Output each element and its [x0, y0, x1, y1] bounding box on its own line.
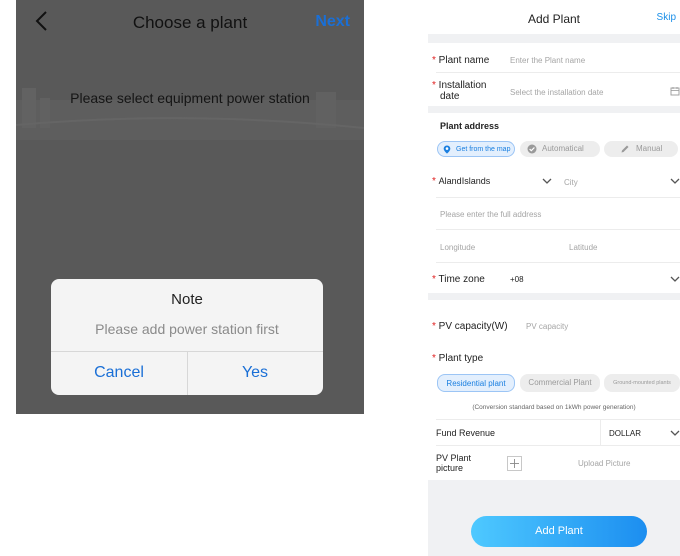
- plant-name-label: * Plant name: [432, 55, 490, 66]
- time-zone-value[interactable]: +08: [510, 275, 524, 284]
- divider: [436, 445, 680, 446]
- note-dialog: Note Please add power station first Canc…: [51, 279, 323, 395]
- fund-revenue-label: Fund Revenue: [436, 428, 496, 438]
- chevron-down-icon[interactable]: [670, 430, 680, 437]
- divider: [436, 262, 680, 263]
- upload-picture-button[interactable]: Upload Picture: [578, 459, 630, 468]
- full-address-input[interactable]: Please enter the full address: [440, 210, 541, 219]
- plant-address-heading: Plant address: [440, 121, 500, 131]
- latitude-input[interactable]: Latitude: [569, 243, 597, 252]
- yes-button[interactable]: Yes: [187, 351, 323, 395]
- add-plant-button[interactable]: Add Plant: [471, 516, 647, 547]
- divider: [436, 72, 680, 73]
- currency-select[interactable]: DOLLAR: [609, 429, 641, 438]
- plant-name-input[interactable]: Enter the Plant name: [510, 56, 585, 65]
- calendar-icon[interactable]: [670, 86, 680, 96]
- installation-date-label-line2: date: [440, 91, 460, 102]
- dialog-title: Note: [171, 291, 203, 308]
- dialog-message: Please add power station first: [95, 321, 279, 337]
- chevron-down-icon[interactable]: [670, 178, 680, 185]
- time-zone-label: * Time zone: [432, 274, 485, 285]
- get-from-map-label: Get from the map: [456, 146, 511, 153]
- divider: [436, 419, 680, 420]
- city-select[interactable]: City: [564, 178, 578, 187]
- get-from-map-option[interactable]: Get from the map: [437, 141, 515, 157]
- manual-label: Manual: [636, 144, 663, 153]
- next-button[interactable]: Next: [315, 13, 350, 31]
- ground-mounted-plants-option[interactable]: Ground-mounted plants: [604, 374, 680, 392]
- section-gap: [428, 34, 680, 43]
- residential-plant-option[interactable]: Residential plant: [437, 374, 515, 392]
- divider: [436, 229, 680, 230]
- pv-picture-label-line2: picture: [436, 463, 464, 473]
- pv-capacity-input[interactable]: PV capacity: [526, 322, 568, 331]
- pencil-icon: [621, 145, 629, 153]
- pv-capacity-label: * PV capacity(W): [432, 321, 508, 332]
- chevron-down-icon[interactable]: [542, 178, 552, 185]
- header-bar: Choose a plant Next: [16, 0, 364, 46]
- automatical-option[interactable]: Automatical: [520, 141, 600, 157]
- divider: [600, 420, 601, 445]
- longitude-input[interactable]: Longitude: [440, 243, 475, 252]
- section-gap: [428, 106, 680, 113]
- add-picture-icon[interactable]: [507, 456, 522, 471]
- installation-date-label: * Installation: [432, 80, 487, 91]
- skip-button[interactable]: Skip: [657, 12, 676, 23]
- conversion-note: (Conversion standard based on 1kWh power…: [472, 404, 636, 411]
- page-title: Choose a plant: [132, 13, 248, 32]
- select-station-hint: Please select equipment power station: [70, 90, 310, 106]
- automatical-label: Automatical: [542, 144, 584, 153]
- country-select[interactable]: * AlandIslands: [432, 176, 490, 187]
- choose-plant-screen: Choose a plant Next Please select equipm…: [16, 0, 364, 414]
- plant-type-label: * Plant type: [432, 353, 484, 364]
- pv-picture-label: PV Plant: [436, 453, 472, 463]
- section-gap: [428, 293, 680, 300]
- location-pin-icon: [443, 145, 451, 154]
- cancel-button[interactable]: Cancel: [51, 351, 187, 395]
- installation-date-input[interactable]: Select the installation date: [510, 88, 603, 97]
- page-title: Add Plant: [527, 12, 581, 26]
- add-plant-screen: Add Plant Skip * Plant name Enter the Pl…: [428, 0, 680, 556]
- commercial-plant-option[interactable]: Commercial Plant: [520, 374, 600, 392]
- divider: [436, 197, 680, 198]
- manual-option[interactable]: Manual: [604, 141, 678, 157]
- chevron-down-icon[interactable]: [670, 276, 680, 283]
- check-circle-icon: [527, 144, 537, 154]
